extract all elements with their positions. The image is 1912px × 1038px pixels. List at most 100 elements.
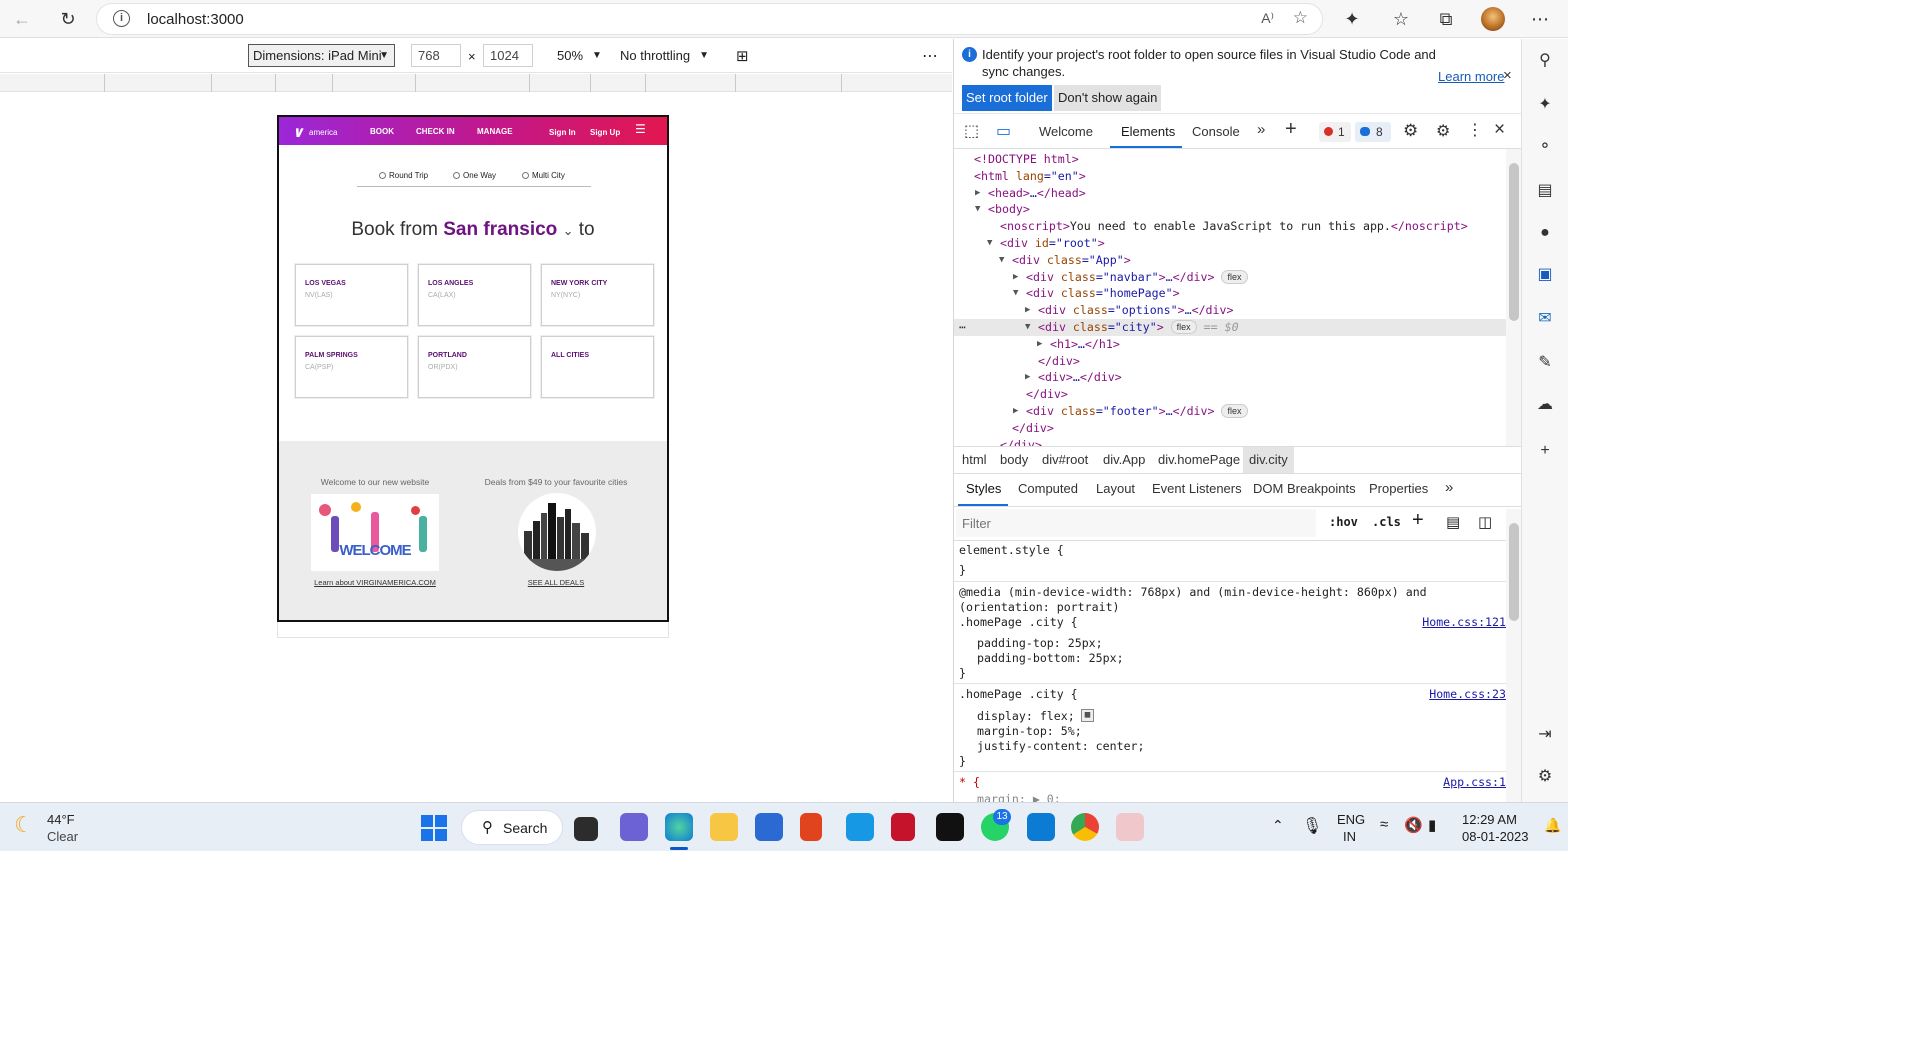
- dom-node-line[interactable]: <head>…</head>: [988, 185, 1086, 202]
- snipping-tool-icon[interactable]: [1116, 813, 1144, 841]
- region-label[interactable]: IN: [1343, 829, 1356, 844]
- favorites-icon[interactable]: ☆: [1389, 7, 1413, 31]
- message-count-badge[interactable]: 8: [1355, 122, 1391, 142]
- scrollbar-thumb[interactable]: [1509, 523, 1519, 621]
- radio-one-way[interactable]: One Way: [453, 171, 496, 180]
- nav-sign-up[interactable]: Sign Up: [590, 128, 620, 137]
- customize-icon[interactable]: ⚙: [1436, 121, 1450, 141]
- clock-time[interactable]: 12:29 AM: [1462, 812, 1517, 827]
- new-rule-icon[interactable]: +: [1412, 509, 1424, 532]
- dom-node-line[interactable]: <div>…</div>: [1038, 369, 1122, 386]
- tab-styles[interactable]: Styles: [966, 481, 1001, 496]
- weather-condition[interactable]: Clear: [47, 829, 78, 844]
- dom-node-line[interactable]: <div class="homePage">: [1026, 285, 1180, 302]
- office-icon[interactable]: [800, 813, 822, 841]
- nav-check-in[interactable]: CHECK IN: [416, 127, 455, 136]
- error-count-badge[interactable]: 1: [1319, 122, 1351, 142]
- collections-icon[interactable]: ⧉: [1434, 7, 1458, 31]
- office-icon[interactable]: ▣: [1535, 265, 1555, 285]
- vscode-icon[interactable]: [1027, 813, 1055, 841]
- profile-avatar[interactable]: [1481, 7, 1505, 31]
- rule1-selector[interactable]: .homePage .city {: [959, 615, 1078, 630]
- tab-properties[interactable]: Properties: [1369, 481, 1428, 496]
- collapse-triangle-icon[interactable]: ▼: [1025, 319, 1030, 336]
- add-sidebar-app-icon[interactable]: +: [1535, 441, 1555, 461]
- language-label[interactable]: ENG: [1337, 812, 1365, 827]
- shopping-tag-icon[interactable]: ⚬: [1535, 137, 1555, 157]
- chevron-up-icon[interactable]: ⌃: [1272, 817, 1284, 834]
- search-icon[interactable]: ⚲: [1535, 51, 1555, 71]
- tools-icon[interactable]: ▤: [1535, 181, 1555, 201]
- expand-triangle-icon[interactable]: ▶: [975, 185, 980, 202]
- dom-node-line[interactable]: <body>: [988, 201, 1030, 218]
- games-icon[interactable]: ●: [1535, 223, 1555, 243]
- element-style-rule[interactable]: element.style {: [959, 543, 1064, 558]
- styles-scrollbar[interactable]: [1506, 509, 1522, 802]
- nav-book[interactable]: BOOK: [370, 127, 394, 136]
- extensions-icon[interactable]: ✦: [1340, 7, 1364, 31]
- origin-city-select[interactable]: San fransico: [443, 219, 557, 240]
- skype-icon[interactable]: [846, 813, 874, 841]
- tab-layout[interactable]: Layout: [1096, 481, 1135, 496]
- taskbar-search[interactable]: ⚲ Search: [462, 811, 562, 844]
- expand-triangle-icon[interactable]: ▶: [1013, 403, 1018, 420]
- crumb-app[interactable]: div.App: [1103, 452, 1145, 467]
- battery-icon[interactable]: ▮: [1428, 816, 1436, 834]
- collapse-triangle-icon[interactable]: ▼: [975, 201, 980, 218]
- scrollbar-thumb[interactable]: [1509, 163, 1519, 321]
- radio-multi-city[interactable]: Multi City: [522, 171, 565, 180]
- site-logo[interactable]: america: [309, 128, 337, 137]
- crumb-city[interactable]: div.city: [1243, 447, 1294, 473]
- back-icon[interactable]: ←: [10, 7, 34, 31]
- store-icon[interactable]: [755, 813, 783, 841]
- dom-node-line[interactable]: <div id="root">: [1000, 235, 1105, 252]
- rotate-icon[interactable]: ⊞: [736, 44, 749, 67]
- dom-scrollbar[interactable]: [1506, 149, 1522, 446]
- hide-sidebar-icon[interactable]: ⇥: [1535, 725, 1555, 745]
- rule1-prop2[interactable]: padding-bottom: 25px;: [977, 651, 1124, 666]
- address-bar[interactable]: i localhost:3000 A⁾ ☆: [97, 4, 1322, 34]
- chrome-icon[interactable]: [1071, 813, 1099, 841]
- wifi-icon[interactable]: ≈: [1380, 816, 1388, 833]
- chevron-down-icon[interactable]: ⌄: [563, 223, 574, 238]
- paint-brush-icon[interactable]: ▤: [1446, 513, 1460, 531]
- dom-node-line[interactable]: <div class="navbar">…</div> flex: [1026, 269, 1248, 286]
- rule2-prop3[interactable]: justify-content: center;: [977, 739, 1145, 754]
- settings-gear-icon[interactable]: ⚙: [1403, 121, 1418, 141]
- expand-triangle-icon[interactable]: ▶: [1025, 302, 1030, 319]
- tab-welcome[interactable]: Welcome: [1039, 124, 1093, 139]
- cls-toggle[interactable]: .cls: [1372, 515, 1401, 529]
- outlook-icon[interactable]: ✉: [1535, 309, 1555, 329]
- clock-date[interactable]: 08-01-2023: [1462, 829, 1529, 844]
- rule1-prop1[interactable]: padding-top: 25px;: [977, 636, 1103, 651]
- teams-chat-icon[interactable]: [620, 813, 648, 841]
- tab-computed[interactable]: Computed: [1018, 481, 1078, 496]
- dom-node-line[interactable]: <h1>…</h1>: [1050, 336, 1120, 353]
- hov-toggle[interactable]: :hov: [1329, 515, 1358, 529]
- read-aloud-icon[interactable]: A⁾: [1261, 10, 1274, 27]
- tab-console[interactable]: Console: [1192, 124, 1240, 139]
- add-tab-icon[interactable]: +: [1285, 118, 1297, 141]
- more-menu-icon[interactable]: ⋯: [1528, 7, 1552, 31]
- rule3-partial-prop[interactable]: margin: ▶ 0;: [977, 792, 1061, 802]
- crumb-root[interactable]: div#root: [1042, 452, 1088, 467]
- rule2-source-link[interactable]: Home.css:23: [1429, 687, 1506, 702]
- task-view-icon[interactable]: [574, 817, 598, 841]
- node-actions-icon[interactable]: ⋯: [959, 319, 966, 336]
- sidebar-settings-gear-icon[interactable]: ⚙: [1535, 767, 1555, 787]
- collapse-triangle-icon[interactable]: ▼: [999, 252, 1004, 269]
- device-more-icon[interactable]: ⋯: [922, 44, 938, 67]
- rule2-prop2[interactable]: margin-top: 5%;: [977, 724, 1082, 739]
- site-info-icon[interactable]: i: [113, 10, 130, 27]
- toggle-sidebar-icon[interactable]: ◫: [1478, 513, 1492, 531]
- dont-show-again-button[interactable]: Don't show again: [1054, 85, 1162, 111]
- set-root-folder-button[interactable]: Set root folder: [962, 85, 1052, 111]
- collapse-triangle-icon[interactable]: ▼: [987, 235, 992, 252]
- dom-node-line[interactable]: <div class="options">…</div>: [1038, 302, 1233, 319]
- dom-node-line[interactable]: <html lang="en">: [974, 168, 1086, 185]
- rule3-source-link[interactable]: App.css:1: [1443, 775, 1506, 790]
- inspect-icon[interactable]: ⬚: [964, 121, 979, 141]
- expand-triangle-icon[interactable]: ▶: [1025, 369, 1030, 386]
- city-card-los-vegas[interactable]: LOS VEGAS NV(LAS): [295, 264, 408, 326]
- dom-node-line[interactable]: <div class="city"> flex == $0: [1038, 319, 1239, 336]
